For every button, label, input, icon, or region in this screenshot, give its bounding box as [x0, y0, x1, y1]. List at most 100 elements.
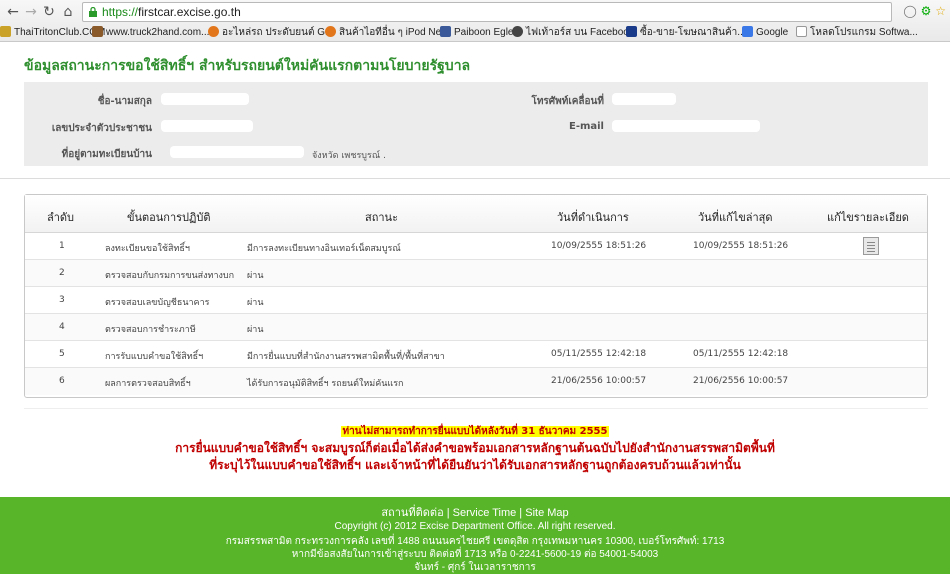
cell-status: มีการลงทะเบียนทางอินเทอร์เน็ตสมบูรณ์ [247, 244, 401, 254]
home-icon[interactable]: ⌂ [59, 3, 77, 21]
cell-date-done: 05/11/2555 12:42:18 [551, 349, 647, 359]
bookmark-tag-icon [626, 26, 637, 37]
bookmark-label: อะไหล่รถ ประดับยนต์ G... [222, 27, 334, 38]
page-footer: สถานที่ติดต่อ | Service Time | Site Map … [0, 497, 950, 574]
cell-status: ผ่าน [247, 271, 264, 281]
url-host: firstcar.excise.go.th [138, 5, 241, 19]
bookmark-label: www.truck2hand.com... [106, 27, 210, 38]
cell-step: ตรวจสอบการชำระภาษี [105, 325, 196, 335]
cell-no: 4 [59, 322, 65, 332]
bookmark-label: โหลดโปรแกรม Softwa... [810, 27, 918, 38]
table-row: 4 ตรวจสอบการชำระภาษี ผ่าน [25, 314, 927, 341]
footer-separator: | [443, 507, 453, 519]
footer-copyright: Copyright (c) 2012 Excise Department Off… [334, 521, 616, 532]
cell-no: 5 [59, 349, 65, 359]
bookmarks-bar: ThaiTritonClub.COM www.truck2hand.com...… [0, 24, 950, 42]
table-row: 5 การรับแบบคำขอใช้สิทธิ์ฯ มีการยื่นแบบที… [25, 341, 927, 368]
applicant-info-panel: ชื่อ-นามสกุล โทรศัพท์เคลื่อนที่ เลขประจำ… [24, 82, 928, 166]
header-date-edit: วันที่แก้ไขล่าสุด [698, 211, 773, 224]
name-value-redacted [161, 93, 249, 105]
submission-notice: การยื่นแบบคำขอใช้สิทธิ์ฯ จะสมบูรณ์ก็ต่อเ… [0, 440, 950, 474]
cell-date-done: 21/06/2556 10:00:57 [551, 376, 647, 386]
cell-status: ได้รับการอนุมัติสิทธิ์ฯ รถยนต์ใหม่คันแรก [247, 379, 404, 389]
bookmark-search-icon [325, 26, 336, 37]
header-edit: แก้ไขรายละเอียด [827, 211, 909, 224]
cell-no: 1 [59, 241, 65, 251]
bookmark-item[interactable]: Google [742, 26, 788, 40]
forward-arrow-icon[interactable]: → [22, 3, 40, 21]
url-text: https://firstcar.excise.go.th [102, 5, 241, 19]
cell-step: ตรวจสอบเลขบัญชีธนาคาร [105, 298, 210, 308]
table-row: 3 ตรวจสอบเลขบัญชีธนาคาร ผ่าน [25, 287, 927, 314]
bookmark-item[interactable]: ซื้อ-ขาย-โฆษณาสินค้า... [626, 26, 746, 40]
table-header: ลำดับ ขั้นตอนการปฏิบัติ สถานะ วันที่ดำเน… [25, 195, 927, 233]
header-step: ขั้นตอนการปฏิบัติ [127, 211, 211, 224]
cell-status: ผ่าน [247, 325, 264, 335]
bookmark-item[interactable]: โหลดโปรแกรม Softwa... [796, 26, 918, 40]
cell-date-edit: 10/09/2555 18:51:26 [693, 241, 789, 251]
cell-no: 2 [59, 268, 65, 278]
bookmark-google-icon [742, 26, 753, 37]
bookmark-item[interactable]: ไฟเท้าอร์ส บน Facebook [512, 26, 634, 40]
cell-no: 3 [59, 295, 65, 305]
bookmark-label: Paiboon Egle [454, 27, 514, 38]
page-title: ข้อมูลสถานะการขอใช้สิทธิ์ฯ สำหรับรถยนต์ใ… [24, 58, 471, 74]
table-bottom-divider [24, 408, 928, 409]
bookmark-item[interactable]: อะไหล่รถ ประดับยนต์ G... [208, 26, 333, 40]
site-map-link[interactable]: Site Map [525, 507, 568, 519]
url-scheme: https:// [102, 5, 139, 19]
bookmark-item[interactable]: Paiboon Egle [440, 26, 514, 40]
header-date-done: วันที่ดำเนินการ [557, 211, 629, 224]
footer-links: สถานที่ติดต่อ | Service Time | Site Map [0, 503, 950, 521]
address-bar[interactable]: https://firstcar.excise.go.th [82, 2, 892, 22]
mobile-label: โทรศัพท์เคลื่อนที่ [531, 96, 604, 107]
footer-hours: จันทร์ - ศุกร์ ในเวลาราชการ [414, 562, 536, 573]
cell-status: มีการยื่นแบบที่สำนักงานสรรพสามิตพื้นที่/… [247, 352, 445, 362]
bookmark-page-icon [796, 26, 807, 37]
service-time-link[interactable]: Service Time [453, 507, 517, 519]
reload-icon[interactable]: ↻ [40, 3, 58, 21]
bookmark-label: ไฟเท้าอร์ส บน Facebook [526, 27, 634, 38]
deadline-text: ท่านไม่สามารถทำการยื่นแบบได้หลังวันที่ 3… [340, 426, 610, 437]
browser-extension-icons: ◯ ⚙ ☆ [903, 4, 946, 18]
id-value-redacted [161, 120, 253, 132]
bookmark-truck-icon [92, 26, 103, 37]
bookmark-item[interactable]: www.truck2hand.com... [92, 26, 209, 40]
bookmark-label: Google [756, 27, 789, 38]
cell-status: ผ่าน [247, 298, 264, 308]
email-value-redacted [612, 120, 760, 132]
back-arrow-icon[interactable]: ← [4, 3, 22, 21]
address-value-redacted [170, 146, 304, 158]
footer-separator: | [516, 507, 526, 519]
bookmark-facebook-icon [440, 26, 451, 37]
cell-no: 6 [59, 376, 65, 386]
cell-step: ผลการตรวจสอบสิทธิ์ฯ [105, 379, 191, 389]
section-divider [0, 178, 950, 179]
address-province: จังหวัด เพชรบูรณ์ . [312, 151, 386, 161]
shield-icon[interactable]: ◯ [903, 4, 916, 18]
bookmark-ball-icon [512, 26, 523, 37]
edit-document-icon[interactable] [863, 237, 879, 255]
table-row: 2 ตรวจสอบกับกรมการขนส่งทางบก ผ่าน [25, 260, 927, 287]
status-table: ลำดับ ขั้นตอนการปฏิบัติ สถานะ วันที่ดำเน… [24, 194, 928, 398]
email-label: E-mail [568, 121, 604, 132]
star-icon[interactable]: ☆ [935, 4, 946, 18]
cell-date-edit: 05/11/2555 12:42:18 [693, 349, 789, 359]
notice-line-1: การยื่นแบบคำขอใช้สิทธิ์ฯ จะสมบูรณ์ก็ต่อเ… [175, 441, 775, 455]
contact-link[interactable]: สถานที่ติดต่อ [381, 507, 443, 519]
bookmark-item[interactable]: สินค้าไอทีอื่น ๆ iPod Ne... [325, 26, 450, 40]
table-row: 6 ผลการตรวจสอบสิทธิ์ฯ ได้รับการอนุมัติสิ… [25, 368, 927, 395]
mobile-value-redacted [612, 93, 676, 105]
browser-chrome: ← → ↻ ⌂ https://firstcar.excise.go.th ◯ … [0, 0, 950, 42]
bookmark-label: สินค้าไอทีอื่น ๆ iPod Ne... [339, 27, 450, 38]
id-label: เลขประจำตัวประชาชน [51, 123, 152, 134]
bookmark-item[interactable]: ThaiTritonClub.COM [0, 26, 105, 40]
wrench-icon[interactable]: ⚙ [921, 4, 932, 18]
cell-date-edit: 21/06/2556 10:00:57 [693, 376, 789, 386]
address-label: ที่อยู่ตามทะเบียนบ้าน [61, 149, 152, 160]
table-row: 1 ลงทะเบียนขอใช้สิทธิ์ฯ มีการลงทะเบียนทา… [25, 233, 927, 260]
cell-step: การรับแบบคำขอใช้สิทธิ์ฯ [105, 352, 204, 362]
header-status: สถานะ [365, 211, 398, 224]
header-no: ลำดับ [47, 211, 75, 224]
lock-icon [89, 7, 97, 17]
